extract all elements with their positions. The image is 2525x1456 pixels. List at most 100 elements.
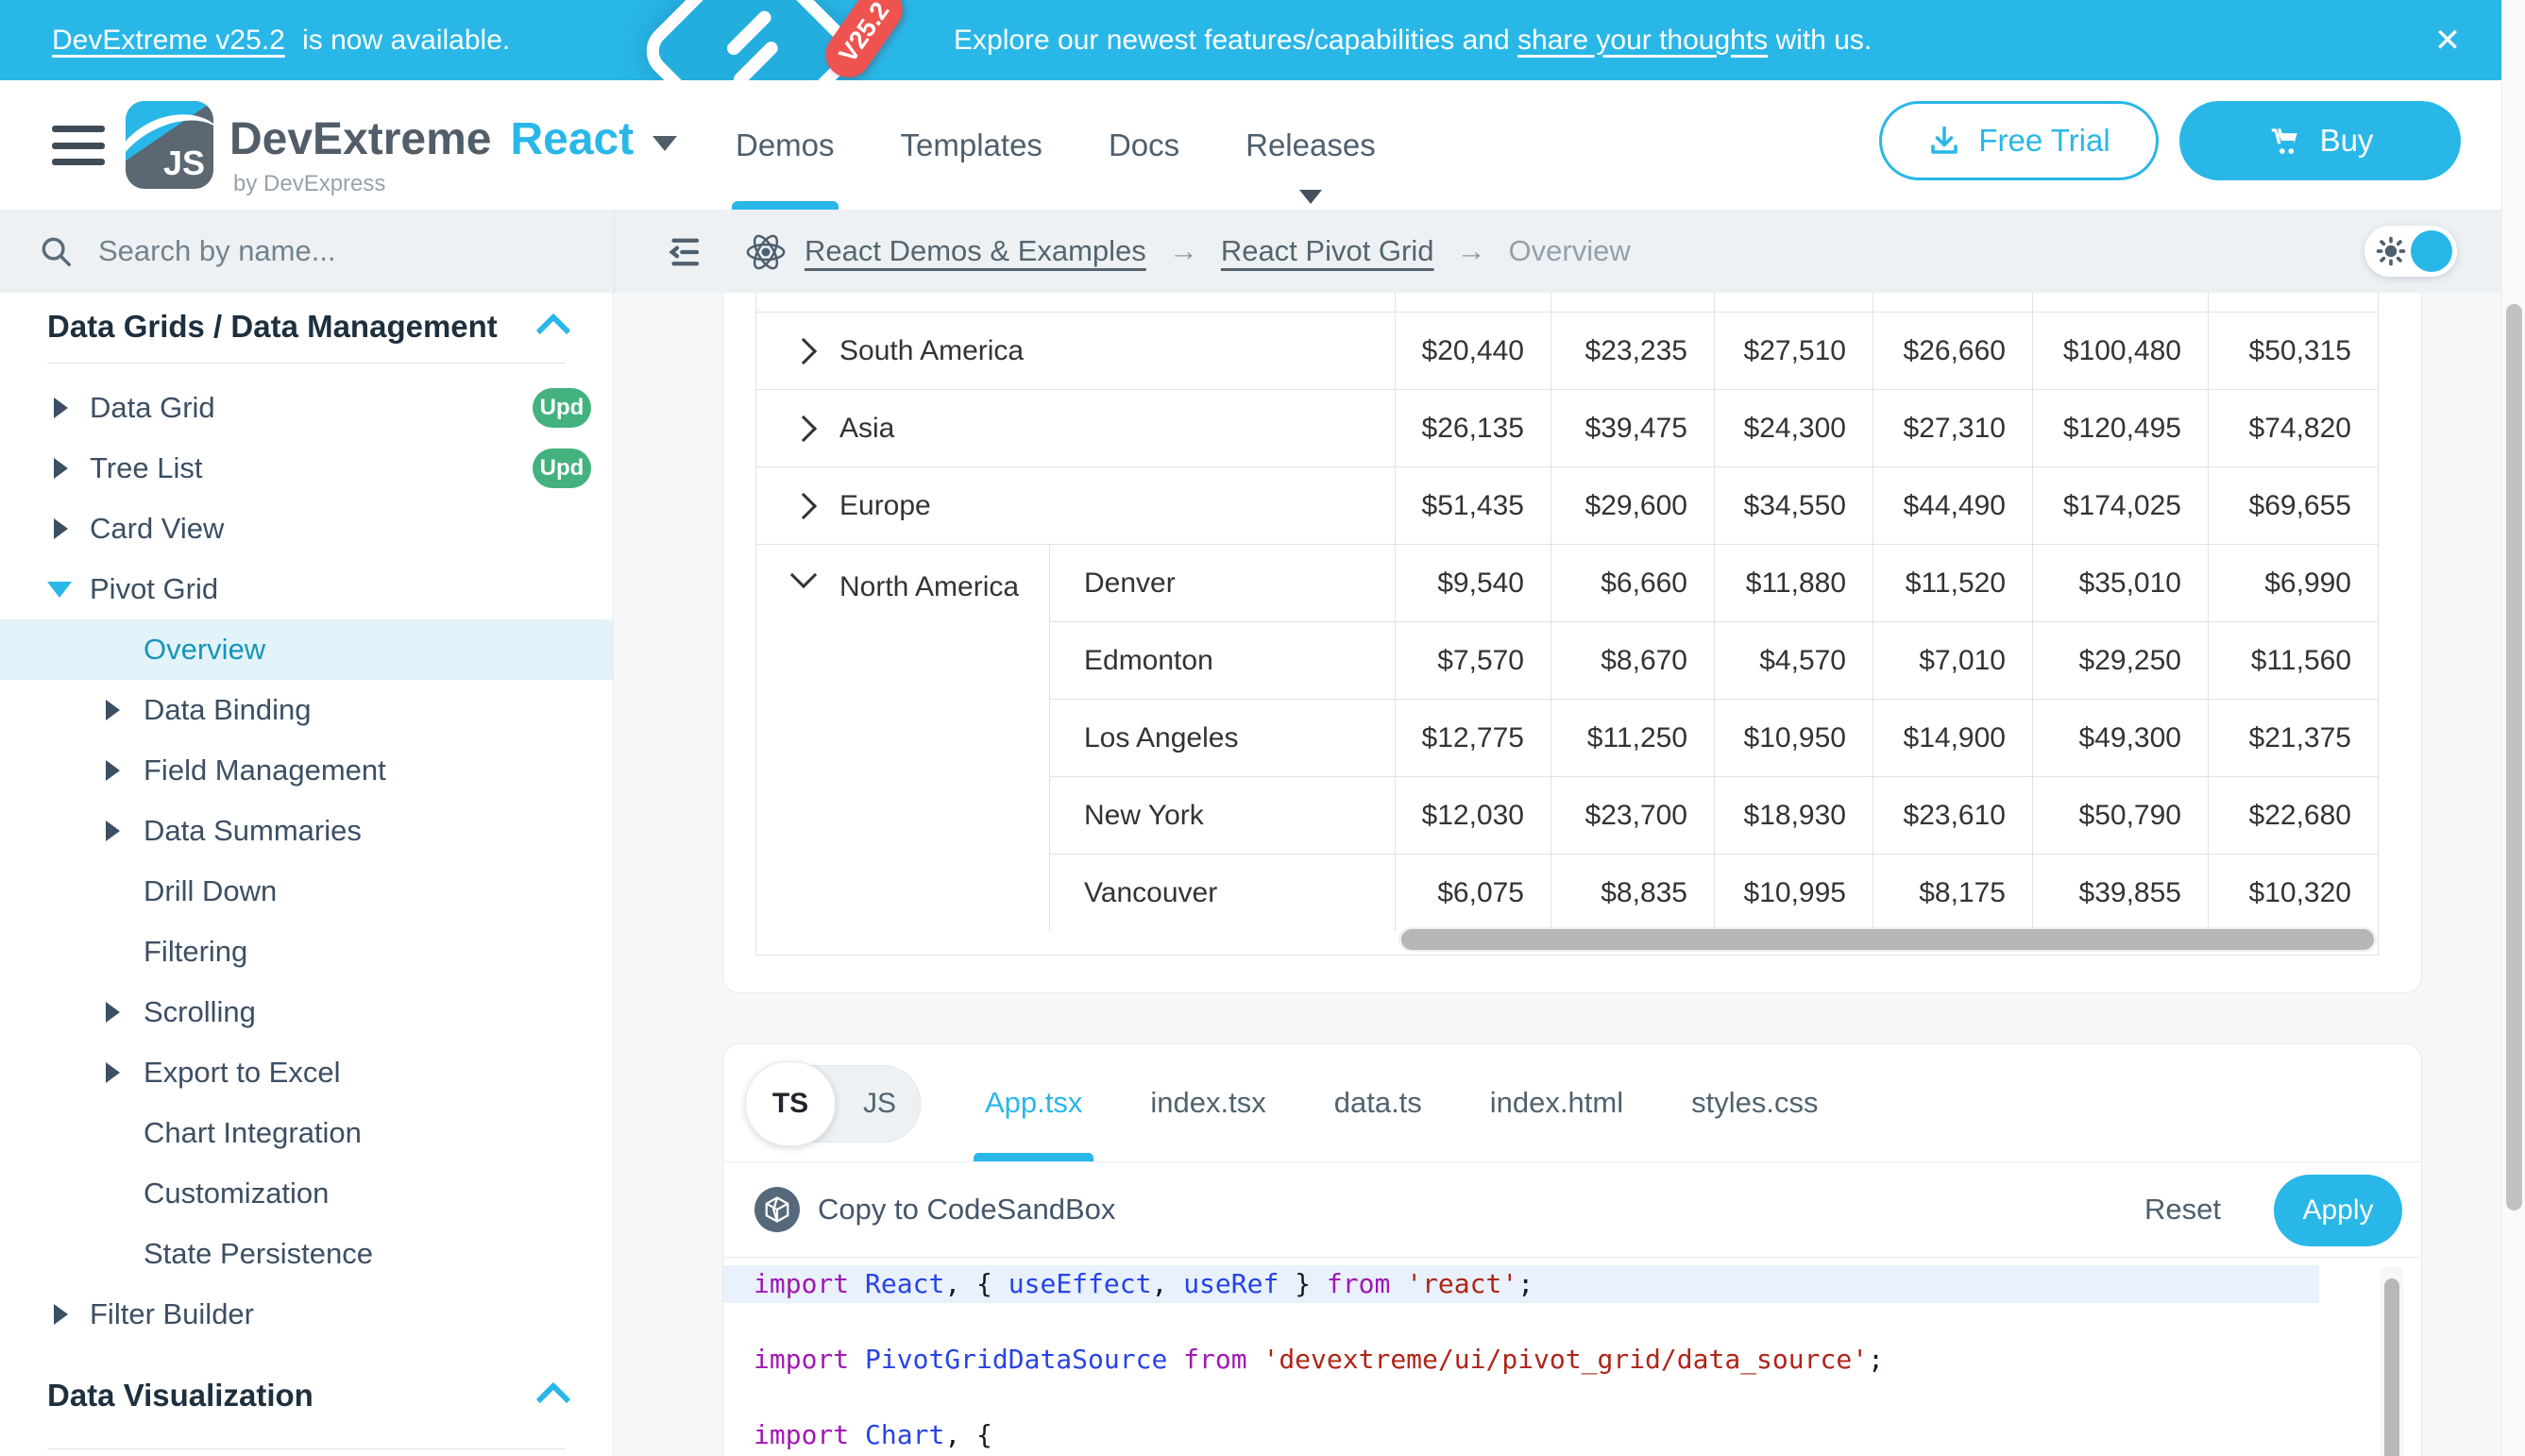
code-token: useEffect [1008, 1268, 1152, 1299]
pivot-data-cell: $12,030 [1395, 776, 1551, 854]
tab-data-ts[interactable]: data.ts [1334, 1044, 1422, 1161]
sidebar-list: Data GridUpdTree ListUpd Card View Pivot G… [0, 378, 613, 1345]
sidebar-item-field-management[interactable]: Field Management [0, 740, 613, 801]
tab-app-tsx[interactable]: App.tsx [985, 1044, 1082, 1161]
cart-icon [2267, 123, 2303, 159]
pivot-data-cell: $44,490 [1873, 466, 2032, 544]
copy-to-codesandbox-label[interactable]: Copy to CodeSandBox [818, 1162, 1115, 1257]
sidebar-item-scrolling[interactable]: Scrolling [0, 982, 613, 1042]
sidebar-item-label: Card View [90, 512, 224, 546]
pivot-row-new-york[interactable]: New York [1049, 776, 1395, 854]
pivot-row-south-america[interactable]: South America [756, 312, 1395, 389]
pivot-data-cell: $24,300 [1714, 389, 1873, 466]
sidebar-item-label: Scrolling [144, 995, 256, 1029]
sidebar-item-data-grid[interactable]: Data GridUpd [0, 378, 613, 438]
collapse-sidebar-icon[interactable] [664, 232, 703, 277]
chevron-down-icon[interactable] [652, 136, 677, 151]
language-toggle-js[interactable]: JS [863, 1066, 896, 1142]
sidebar-item-filter-builder[interactable]: Filter Builder [0, 1284, 613, 1345]
reset-button[interactable]: Reset [2144, 1162, 2221, 1257]
sidebar-item-label: Pivot Grid [90, 572, 218, 606]
nav-item-docs[interactable]: Docs [1109, 80, 1179, 210]
sidebar-item-label: Filtering [144, 935, 247, 969]
tab-index-html[interactable]: index.html [1490, 1044, 1623, 1161]
code-editor: import React, { useEffect, useRef } from… [723, 1258, 2421, 1456]
sidebar-item-filtering[interactable]: Filtering [0, 922, 613, 982]
breadcrumb-item-react-demos-examples[interactable]: React Demos & Examples [805, 234, 1146, 268]
expand-arrow-icon [106, 821, 120, 841]
toggle-knob [2411, 230, 2452, 272]
hamburger-menu-icon[interactable] [52, 126, 105, 165]
platform-name[interactable]: React [511, 113, 635, 165]
pivot-data-cell: $11,560 [2208, 621, 2378, 699]
pivot-data-cell: $21,375 [2208, 699, 2378, 776]
codesandbox-icon[interactable] [754, 1187, 800, 1232]
pivot-data-cell: $6,075 [1395, 854, 1551, 931]
file-tabs: App.tsx index.tsx data.ts index.html styles.… [985, 1044, 1818, 1161]
code-scrollbar[interactable] [2384, 1278, 2399, 1456]
sidebar-item-drill-down[interactable]: Drill Down [0, 861, 613, 922]
pivot-row-edmonton[interactable]: Edmonton [1049, 621, 1395, 699]
sidebar-item-state-persistence[interactable]: State Persistence [0, 1224, 613, 1284]
sidebar-item-tree-list[interactable]: Tree ListUpd [0, 438, 613, 499]
pivot-row-los-angeles[interactable]: Los Angeles [1049, 699, 1395, 776]
theme-toggle[interactable] [2364, 226, 2457, 277]
pivot-data-cell: $8,175 [1873, 854, 2032, 931]
sidebar-item-data-summaries[interactable]: Data Summaries [0, 801, 613, 861]
pivot-data-cell: $20,440 [1395, 312, 1551, 389]
pivot-row-asia[interactable]: Asia [756, 389, 1395, 466]
search-input[interactable] [96, 233, 553, 269]
nav-label: Releases [1246, 127, 1376, 163]
breadcrumb-item-react-pivot-grid[interactable]: React Pivot Grid [1221, 234, 1434, 268]
pivot-data-cell: $7,010 [1873, 621, 2032, 699]
free-trial-label: Free Trial [1978, 123, 2110, 159]
sidebar-item-export-to-excel[interactable]: Export to Excel [0, 1042, 613, 1103]
pivot-row-denver[interactable]: Denver [1049, 544, 1395, 621]
sidebar-item-label: Data Binding [144, 693, 312, 727]
code-token: ; [1517, 1268, 1534, 1299]
code-line: import PivotGridDataSource from 'devextr… [723, 1341, 2421, 1379]
share-thoughts-link[interactable]: share your thoughts [1517, 25, 1768, 57]
sidebar-item-card-view[interactable]: Card View [0, 499, 613, 559]
pivot-row-europe[interactable]: Europe [756, 466, 1395, 544]
buy-button[interactable]: Buy [2179, 101, 2461, 180]
pivot-row-north-america[interactable]: North America [756, 544, 1049, 931]
apply-button[interactable]: Apply [2274, 1175, 2402, 1246]
free-trial-button[interactable]: Free Trial [1879, 101, 2159, 180]
pivot-clipped-cell [1714, 293, 1873, 312]
nav-item-releases[interactable]: Releases [1246, 80, 1376, 210]
sidebar-item-label: Filter Builder [90, 1297, 254, 1331]
language-toggle[interactable]: TS JS [747, 1065, 921, 1143]
pivot-row-vancouver[interactable]: Vancouver [1049, 854, 1395, 931]
nav-item-demos[interactable]: Demos [736, 80, 835, 210]
page-scrollbar[interactable] [2506, 304, 2522, 1211]
expand-arrow-icon [54, 518, 68, 539]
pivot-data-cell: $50,315 [2208, 312, 2378, 389]
sidebar-section-data-grids[interactable]: Data Grids / Data Management [47, 300, 566, 353]
nav-item-templates[interactable]: Templates [901, 80, 1042, 210]
sidebar-item-label: Tree List [90, 451, 202, 485]
close-icon[interactable]: ✕ [2419, 0, 2476, 80]
toolbar-divider [614, 210, 615, 293]
breadcrumb-separator: → [1169, 234, 1198, 268]
pivot-data-cell: $12,775 [1395, 699, 1551, 776]
horizontal-scrollbar[interactable] [1401, 929, 2374, 950]
sidebar-item-data-binding[interactable]: Data Binding [0, 680, 613, 740]
code-token: import [754, 1419, 849, 1450]
sidebar-item-chart-integration[interactable]: Chart Integration [0, 1103, 613, 1163]
code-line: import React, { useEffect, useRef } from… [723, 1265, 2319, 1303]
banner-version-link[interactable]: DevExtreme v25.2 [52, 25, 285, 57]
sidebar-item-customization[interactable]: Customization [0, 1163, 613, 1224]
sidebar-item-overview[interactable]: Overview [0, 619, 613, 680]
devextreme-js-logo[interactable]: JS [126, 101, 213, 189]
tab-styles-css[interactable]: styles.css [1691, 1044, 1818, 1161]
language-toggle-ts[interactable]: TS [745, 1061, 836, 1146]
tab-index-tsx[interactable]: index.tsx [1150, 1044, 1265, 1161]
version-badge: V25.2 [817, 0, 911, 80]
banner-message-pre: Explore our newest features/capabilities… [954, 25, 1517, 57]
pivot-data-cell: $29,600 [1551, 466, 1714, 544]
sidebar-item-label: Customization [144, 1177, 329, 1211]
code-token: import [754, 1344, 849, 1375]
sidebar-section-data-visualization[interactable]: Data Visualization [47, 1369, 566, 1422]
sidebar-item-pivot-grid[interactable]: Pivot Grid [0, 559, 613, 619]
